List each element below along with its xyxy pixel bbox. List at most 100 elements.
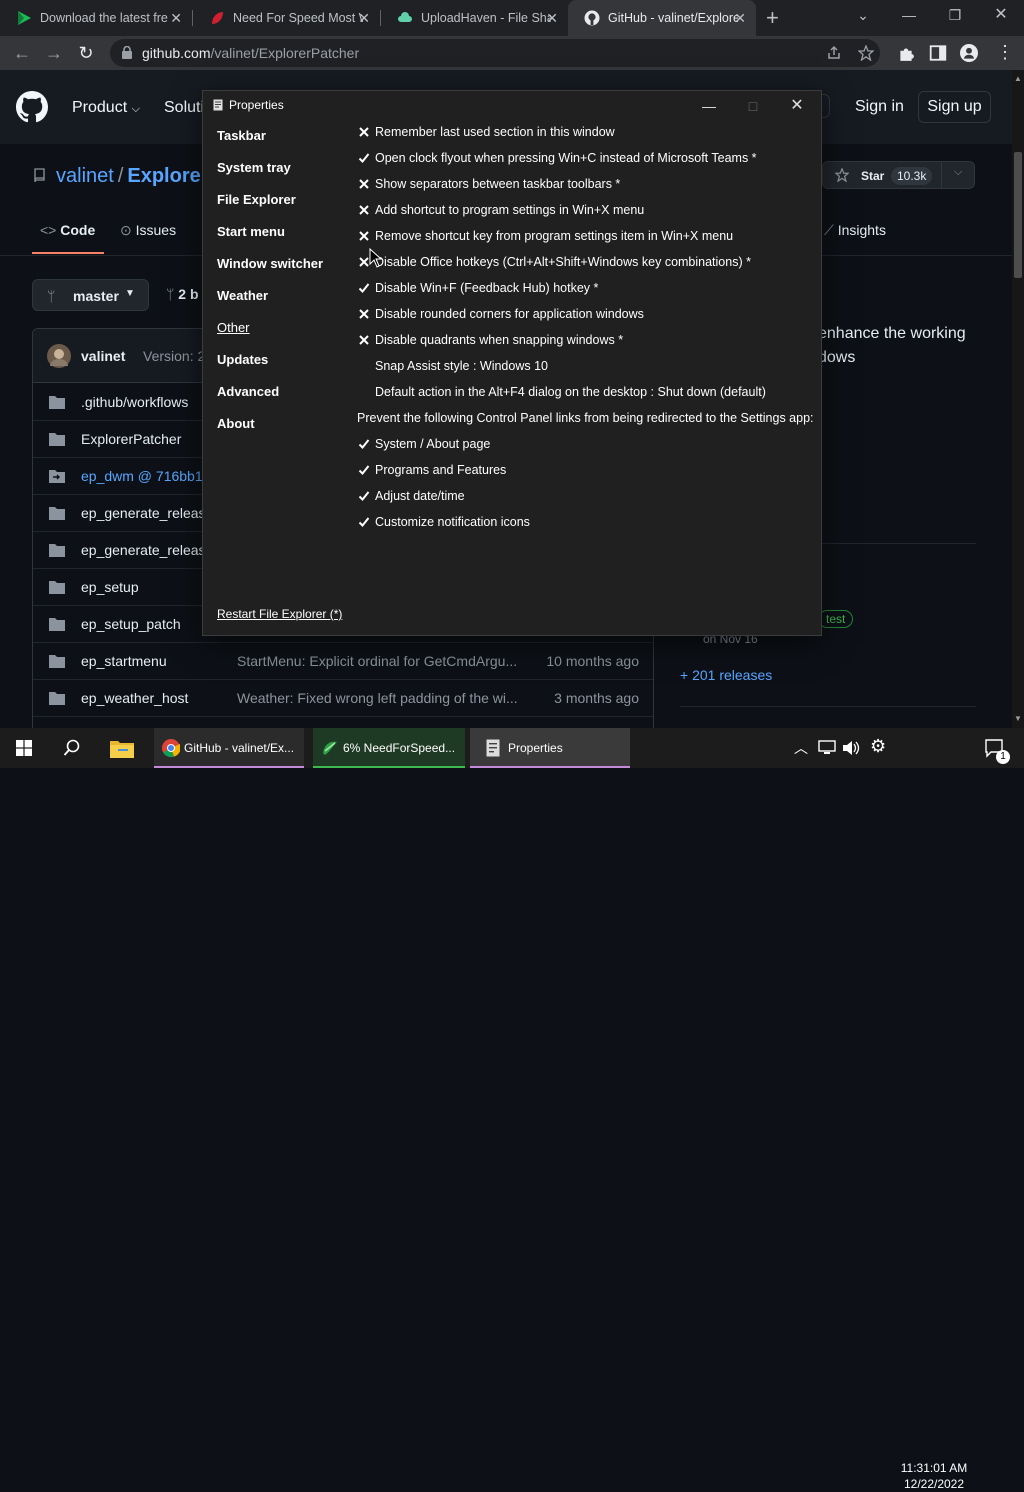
taskbar-app-download[interactable]: 6% NeedForSpeed... [313,728,465,768]
branch-selector[interactable]: ᛘ master ▼ [32,279,149,311]
option-label: Adjust date/time [375,489,465,503]
show-hidden-icons-chevron-up-icon[interactable]: ︿ [794,738,808,758]
commit-author[interactable]: valinet [81,348,125,364]
close-tab-icon[interactable]: ✕ [734,10,746,27]
tab-search-icon[interactable]: ⌄ [840,0,886,32]
star-icon [835,168,849,182]
sidebar-item-other[interactable]: Other [217,320,250,335]
file-name[interactable]: ep_weather_host [81,690,188,706]
reload-icon[interactable]: ↻ [74,41,98,65]
profile-avatar-icon[interactable] [960,44,978,62]
network-icon[interactable] [818,740,836,756]
github-logo-icon[interactable] [16,91,48,123]
sign-up-button[interactable]: Sign up [918,91,991,123]
file-name[interactable]: ep_setup_patch [81,616,181,632]
option-label: Snap Assist style : Windows 10 [375,359,548,373]
dialog-close-icon[interactable]: ✕ [775,93,819,119]
taskbar-app-properties[interactable]: Properties [470,728,630,768]
option-label: Remember last used section in this windo… [375,125,615,139]
option-label: Customize notification icons [375,515,530,529]
red-leaf-icon [212,12,223,24]
extensions-puzzle-icon[interactable] [897,44,915,62]
file-name[interactable]: ep_startmenu [81,653,167,669]
close-tab-icon[interactable]: ✕ [358,10,370,27]
close-window-icon[interactable]: ✕ [978,0,1024,32]
scroll-up-arrow-icon[interactable]: ▲ [1014,74,1022,83]
browser-tab-active[interactable]: GitHub - valinet/Explore ✕ [568,0,756,36]
sidebar-item-system-tray[interactable]: System tray [217,160,291,175]
checkmark-icon [358,439,370,449]
sidebar-item-taskbar[interactable]: Taskbar [217,128,266,143]
checkmark-icon [358,465,370,475]
address-bar[interactable]: github.com/valinet/ExplorerPatcher [110,39,880,67]
scroll-down-arrow-icon[interactable]: ▼ [1014,714,1022,723]
table-row[interactable]: ep_weather_host Weather: Fixed wrong left… [33,680,653,717]
tab-issues[interactable]: ⊙ Issues [120,222,176,239]
repo-owner-link[interactable]: valinet [56,165,114,187]
chrome-menu-icon[interactable]: ⋮ [996,42,1014,63]
dialog-maximize-icon: □ [748,98,758,114]
graph-icon: ⟋ [824,222,834,238]
scrollbar-thumb[interactable] [1014,152,1022,278]
file-name[interactable]: ep_generate_release [81,505,213,521]
new-tab-button[interactable]: + [766,5,779,31]
avatar[interactable] [47,344,71,368]
minimize-window-icon[interactable]: — [886,0,932,32]
folder-icon [49,581,65,594]
close-tab-icon[interactable]: ✕ [170,10,182,27]
option-label: Remove shortcut key from program setting… [375,229,734,243]
file-name[interactable]: ep_setup [81,579,139,595]
cloud-icon [398,12,412,22]
dialog-minimize-icon[interactable]: — [687,93,731,119]
sidebar-item-advanced[interactable]: Advanced [217,384,279,399]
star-button[interactable]: Star 10.3k [822,161,942,189]
file-explorer-icon[interactable] [110,738,134,758]
sign-in-link[interactable]: Sign in [855,98,904,116]
forward-arrow-icon[interactable]: → [42,41,66,65]
star-dropdown-button[interactable]: ⌵ [941,161,975,189]
checkmark-icon [358,517,370,527]
file-name[interactable]: ep_generate_release [81,542,213,558]
sidebar-item-file-explorer[interactable]: File Explorer [217,192,296,207]
idm-icon [323,741,337,755]
taskbar-clock[interactable]: 11:31:01 AM 12/22/2022 [898,1460,970,1492]
nav-solutions[interactable]: Soluti [164,99,204,117]
settings-gear-icon[interactable]: ⚙ [870,736,886,757]
taskbar-app-chrome[interactable]: GitHub - valinet/Ex... [154,728,304,768]
file-name[interactable]: ExplorerPatcher [81,431,181,447]
file-name[interactable]: ep_dwm @ 716bb1 [81,468,203,484]
sidebar-item-weather[interactable]: Weather [217,288,268,303]
properties-dialog: Properties — □ ✕ Taskbar System tray File … [202,90,822,636]
sidebar-item-window-switcher[interactable]: Window switcher [217,256,323,271]
tab-insights[interactable]: ⟋ Insights [824,222,886,239]
repo-name-link[interactable]: Explorer [127,165,208,187]
bookmark-star-icon[interactable] [858,45,874,61]
nav-product[interactable]: Product ⌵ [72,99,140,117]
releases-link[interactable]: + 201 releases [680,667,772,683]
back-arrow-icon[interactable]: ← [10,41,34,65]
browser-tab[interactable]: Need For Speed Most W ✕ [193,0,380,36]
green-play-icon [18,11,31,25]
search-icon[interactable] [63,739,81,757]
sidebar-item-start-menu[interactable]: Start menu [217,224,285,239]
sidebar-item-updates[interactable]: Updates [217,352,268,367]
close-tab-icon[interactable]: ✕ [546,10,558,27]
side-panel-icon[interactable] [929,44,947,62]
page-scrollbar[interactable]: ▲ ▼ [1012,70,1024,728]
restore-window-icon[interactable]: ❐ [932,0,978,32]
commit-message[interactable]: StartMenu: Explicit ordinal for GetCmdAr… [237,653,517,669]
github-icon [584,10,600,26]
tab-code[interactable]: <> Code [40,222,95,238]
checkmark-icon [358,153,370,163]
sidebar-item-about[interactable]: About [217,416,255,431]
share-icon[interactable] [826,45,842,61]
browser-tab[interactable]: Download the latest fre ✕ [0,0,192,36]
browser-tab[interactable]: UploadHaven - File Sha ✕ [381,0,568,36]
restart-explorer-link[interactable]: Restart File Explorer (*) [217,607,342,621]
table-row[interactable]: ep_startmenu StartMenu: Explicit ordinal … [33,643,653,680]
branches-link[interactable]: ᛘ 2 b [166,286,199,302]
volume-icon[interactable] [842,740,860,756]
commit-message[interactable]: Weather: Fixed wrong left padding of the… [237,690,518,706]
file-name[interactable]: .github/workflows [81,394,188,410]
windows-start-icon[interactable] [16,740,32,756]
